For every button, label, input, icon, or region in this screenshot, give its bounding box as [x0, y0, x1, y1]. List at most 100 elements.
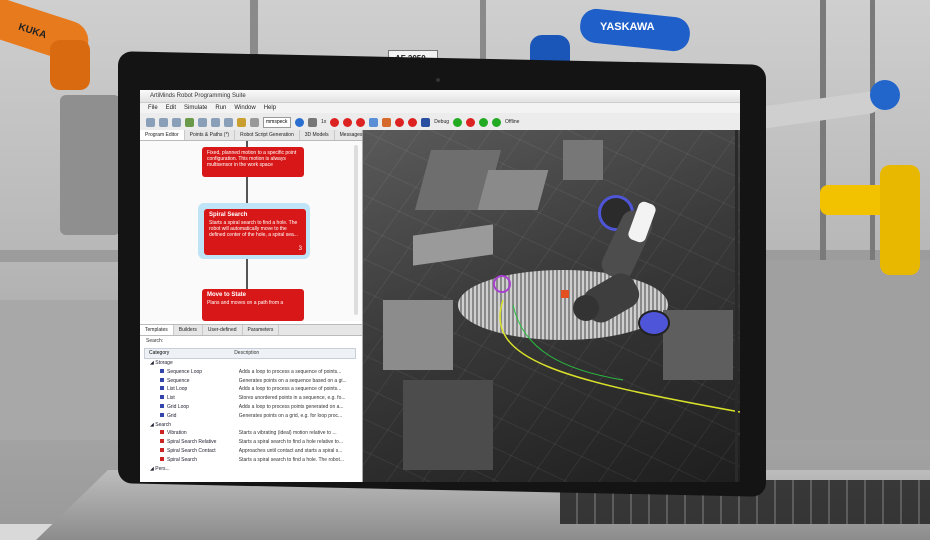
tree-item[interactable]: Grid Loop Adds a loop to process points g… [144, 403, 356, 412]
pause-icon[interactable] [356, 117, 366, 127]
kuka-robot: KUKA [0, 0, 120, 90]
tab-program-editor[interactable]: Program Editor [140, 130, 185, 140]
refresh-icon[interactable] [185, 117, 194, 127]
template-tree: Category Description ◢ Storage Sequence L… [144, 348, 356, 482]
camera-icon[interactable] [421, 117, 431, 127]
halt-icon[interactable] [408, 117, 418, 127]
laptop-screen: ArtiMinds Robot Programming Suite File E… [140, 90, 740, 482]
tree-item-label: Spiral Search Contact [167, 447, 216, 454]
tree-group[interactable]: ◢ Storage [144, 359, 356, 368]
yaskawa-logo: YASKAWA [600, 21, 655, 33]
robot-icon[interactable] [369, 117, 379, 127]
block-move[interactable]: Fixed, planned motion to a specific poin… [202, 147, 304, 177]
offline-label: Offline [505, 119, 520, 125]
block-move-state-title: Move to State [207, 292, 247, 298]
tree-item[interactable]: Spiral Search Starts a spiral search to f… [144, 456, 356, 465]
alarm-icon[interactable] [395, 117, 405, 127]
tree-item-label: Spiral Search Relative [167, 439, 217, 446]
paste-icon[interactable] [224, 117, 233, 127]
menu-file[interactable]: File [148, 103, 158, 113]
folder-icon[interactable] [237, 117, 246, 127]
tree-item-label: Pers... [155, 465, 170, 472]
save-icon[interactable] [172, 117, 181, 127]
open-icon[interactable] [159, 117, 168, 127]
tree-item[interactable]: List Stores unordered points in a sequenc… [144, 394, 356, 403]
search-icon[interactable] [250, 117, 259, 127]
3d-viewport[interactable] [363, 130, 740, 482]
step-icon[interactable] [492, 117, 502, 127]
loop-template-icon [160, 377, 164, 382]
tab-templates[interactable]: Templates [140, 325, 174, 335]
menu-window[interactable]: Window [234, 103, 255, 113]
canvas-scrollbar[interactable] [354, 145, 358, 315]
tree-item-label: List [167, 395, 175, 402]
tree-item-description: Adds a loop to process a sequence of poi… [238, 368, 342, 375]
menu-edit[interactable]: Edit [166, 103, 176, 113]
loop-template-icon [160, 386, 164, 391]
stop-icon[interactable] [343, 117, 353, 127]
tab-points-paths[interactable]: Points & Paths (*) [185, 130, 236, 140]
block-move-to-state[interactable]: Move to State Plans and moves on a path … [202, 289, 304, 321]
tree-group[interactable]: ◢ Pers... [144, 465, 356, 474]
zoom-label: 1x [321, 119, 327, 125]
tab-user-defined[interactable]: User-defined [203, 325, 243, 335]
tree-item[interactable]: Vibration Starts a vibrating (ideal) moti… [144, 429, 356, 438]
cut-icon[interactable] [198, 117, 207, 127]
tab-parameters[interactable]: Parameters [243, 325, 280, 335]
tree-item[interactable]: Grid Generates points on a grid, e.g. for… [144, 412, 356, 421]
col-description[interactable]: Description [230, 349, 355, 358]
tree-item-description: Adds a loop to process a sequence of poi… [238, 386, 342, 393]
tree-item-label: List Loop [167, 386, 188, 393]
tree-item-description: Starts a vibrating (ideal) motion relati… [238, 430, 337, 437]
search-template-icon [160, 456, 164, 461]
search-template-icon [160, 439, 164, 444]
debug-label: Debug [434, 119, 450, 125]
tree-item[interactable]: Spiral Search Contact Approaches until co… [144, 447, 356, 456]
col-category[interactable]: Category [145, 349, 230, 358]
webcam [436, 78, 440, 82]
settings-icon[interactable] [308, 117, 317, 127]
menu-help[interactable]: Help [264, 103, 276, 113]
tab-robot-script[interactable]: Robot Script Generation [235, 130, 300, 140]
fanuc-robot [820, 165, 930, 285]
tree-item-label: Vibration [167, 430, 187, 437]
tree-item-description [233, 359, 356, 368]
tree-group[interactable]: ◢ Search [144, 421, 356, 430]
tree-item[interactable]: Sequence Generates points on a sequence b… [144, 377, 356, 386]
trajectory-path [499, 299, 740, 413]
left-panel: Program Editor Points & Paths (*) Robot … [140, 130, 369, 482]
disconnect-icon[interactable] [466, 117, 476, 127]
tree-item[interactable]: Spiral Search Relative Starts a spiral se… [144, 438, 356, 447]
record-icon[interactable] [330, 117, 340, 127]
tree-item-label: Spiral Search [167, 456, 198, 463]
search-template-icon [160, 430, 164, 435]
menu-simulate[interactable]: Simulate [184, 103, 207, 113]
tree-item-label: Search [155, 421, 172, 428]
new-icon[interactable] [146, 117, 155, 127]
tree-item-description: Approaches until contact and starts a sp… [238, 447, 343, 454]
tree-item-description: Generates points on a grid, e.g. for loo… [238, 412, 343, 419]
connect-icon[interactable] [453, 117, 463, 127]
copy-icon[interactable] [211, 117, 220, 127]
tab-3d-models[interactable]: 3D Models [300, 130, 335, 140]
menu-run[interactable]: Run [215, 103, 226, 113]
menu-bar: File Edit Simulate Run Window Help [140, 103, 740, 113]
speed-select[interactable]: mmspeck [263, 116, 291, 128]
tree-item-description: Generates points on a sequence based on … [238, 377, 347, 384]
tree-item[interactable]: Sequence Loop Adds a loop to process a se… [144, 368, 356, 377]
tab-builders[interactable]: Builders [174, 325, 203, 335]
block-spiral-title: Spiral Search [209, 212, 248, 218]
tree-item-description [233, 421, 356, 430]
play-icon[interactable] [295, 117, 304, 127]
editor-tabs: Program Editor Points & Paths (*) Robot … [140, 130, 369, 141]
block-move-state-text: Plans and moves on a path from a [207, 300, 284, 306]
tree-item-description: Starts a spiral search to find a hole re… [238, 439, 343, 446]
run-icon[interactable] [479, 117, 489, 127]
block-spiral-search[interactable]: Spiral Search Starts a spiral search to … [204, 209, 306, 255]
viewport-scrollbar[interactable] [735, 130, 738, 482]
program-canvas[interactable]: Fixed, planned motion to a specific poin… [140, 141, 362, 321]
tree-item[interactable]: List Loop Adds a loop to process a sequen… [144, 385, 356, 394]
tool-icon[interactable] [382, 117, 392, 127]
tree-item-label: Sequence Loop [167, 368, 203, 375]
tree-header: Category Description [144, 348, 356, 359]
